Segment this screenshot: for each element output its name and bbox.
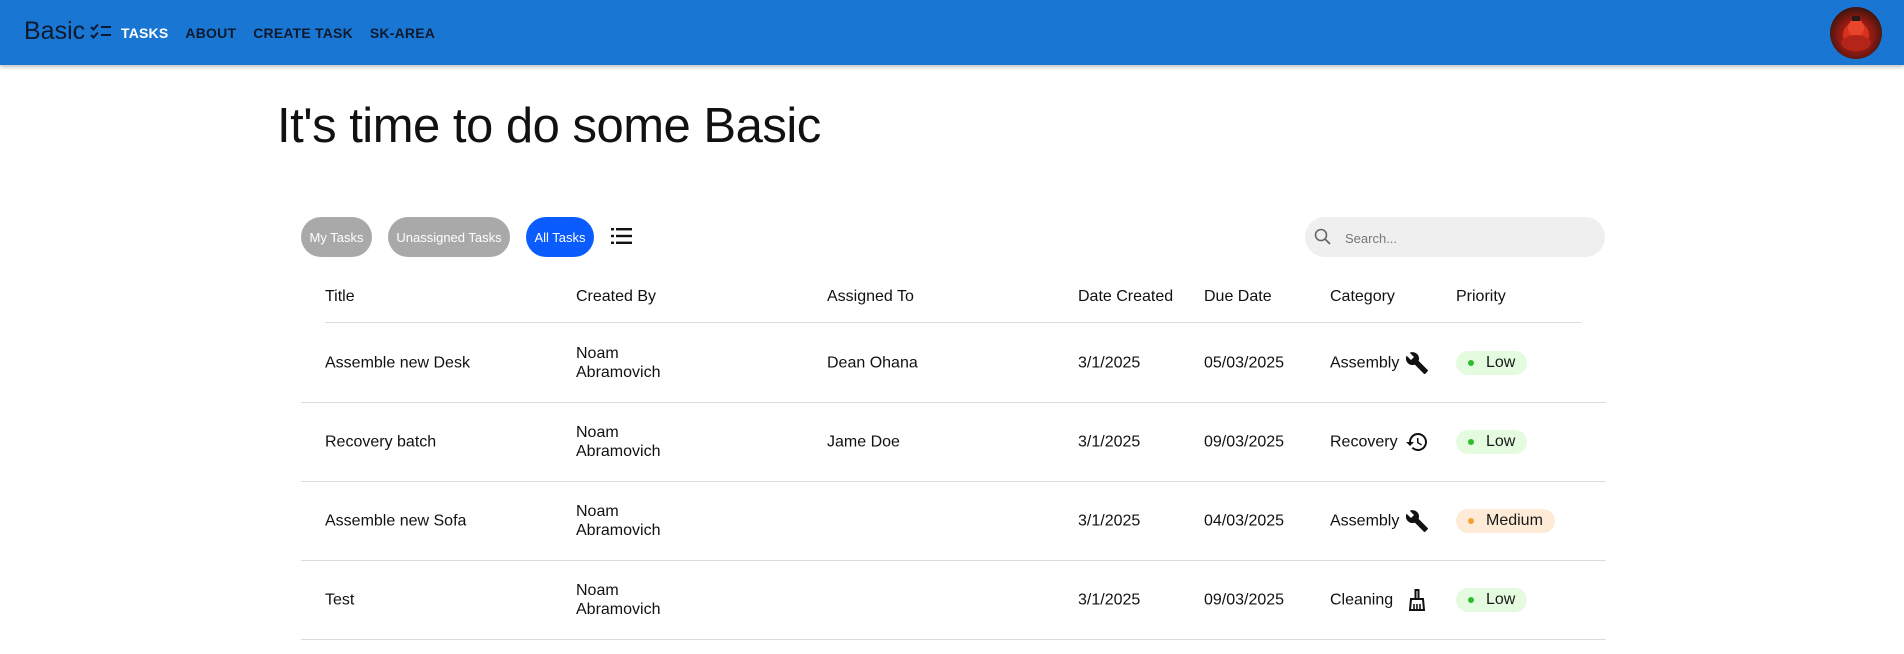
unassigned-tasks-button[interactable]: Unassigned Tasks xyxy=(388,217,510,257)
task-created-by: Noam Abramovich xyxy=(576,503,661,539)
search-box xyxy=(1305,217,1605,259)
priority-dot xyxy=(1468,439,1474,445)
search-input[interactable] xyxy=(1343,217,1597,259)
task-category: Assembly xyxy=(1330,354,1400,372)
list-icon[interactable] xyxy=(611,227,632,245)
header-divider xyxy=(325,322,1581,323)
task-created-by: Noam Abramovich xyxy=(576,582,661,618)
table-row[interactable]: Assemble new Desk Noam Abramovich Dean Oh… xyxy=(301,324,1606,403)
page-title: It's time to do some Basic xyxy=(277,99,821,153)
task-category: Assembly xyxy=(1330,512,1400,530)
task-created-by: Noam Abramovich xyxy=(576,424,661,460)
table-row[interactable]: Assemble new Sofa Noam Abramovich 3/1/202… xyxy=(301,482,1606,561)
column-header-date-created[interactable]: Date Created xyxy=(1078,288,1173,306)
table-row[interactable]: Recovery batch Noam Abramovich Jame Doe 3… xyxy=(301,403,1606,482)
wrench-icon xyxy=(1405,352,1428,374)
nav-tasks[interactable]: TASKS xyxy=(121,25,168,41)
column-header-created-by[interactable]: Created By xyxy=(576,288,656,306)
wrench-icon xyxy=(1405,510,1428,532)
broom-icon xyxy=(1408,589,1426,611)
task-created-by: Noam Abramovich xyxy=(576,345,661,381)
column-header-category[interactable]: Category xyxy=(1330,288,1395,306)
nav-create-task[interactable]: CREATE TASK xyxy=(253,25,353,41)
task-due-date: 09/03/2025 xyxy=(1204,433,1285,451)
task-category: Recovery xyxy=(1330,433,1398,451)
brand-logo[interactable]: Basic xyxy=(24,17,112,46)
task-title: Test xyxy=(325,591,355,609)
column-header-due-date[interactable]: Due Date xyxy=(1204,288,1272,306)
task-due-date: 04/03/2025 xyxy=(1204,512,1285,530)
task-title: Assemble new Sofa xyxy=(325,512,467,530)
all-tasks-button[interactable]: All Tasks xyxy=(526,217,594,257)
checklist-icon xyxy=(90,23,112,39)
main-nav: TASKS ABOUT CREATE TASK SK-AREA xyxy=(121,0,452,65)
search-icon xyxy=(1314,228,1331,245)
task-category: Cleaning xyxy=(1330,591,1394,609)
priority-badge: Low xyxy=(1456,351,1528,375)
brand-name: Basic xyxy=(24,17,86,45)
task-date-created: 3/1/2025 xyxy=(1078,591,1141,609)
column-header-title[interactable]: Title xyxy=(325,288,355,306)
task-date-created: 3/1/2025 xyxy=(1078,433,1141,451)
column-header-assigned-to[interactable]: Assigned To xyxy=(827,288,914,306)
priority-badge: Low xyxy=(1456,430,1528,454)
table-row[interactable]: Test Noam Abramovich 3/1/2025 09/03/2025 … xyxy=(301,561,1606,640)
priority-dot xyxy=(1468,360,1474,366)
priority-badge: Low xyxy=(1456,588,1528,612)
my-tasks-button[interactable]: My Tasks xyxy=(301,217,372,257)
task-assigned-to: Jame Doe xyxy=(827,433,900,451)
column-header-priority[interactable]: Priority xyxy=(1456,288,1506,306)
task-date-created: 3/1/2025 xyxy=(1078,354,1141,372)
task-due-date: 05/03/2025 xyxy=(1204,354,1285,372)
nav-sk-area[interactable]: SK-AREA xyxy=(370,25,435,41)
task-date-created: 3/1/2025 xyxy=(1078,512,1141,530)
priority-dot xyxy=(1468,597,1474,603)
task-title: Recovery batch xyxy=(325,433,437,451)
avatar-image xyxy=(1841,16,1871,51)
nav-about[interactable]: ABOUT xyxy=(185,25,236,41)
task-title: Assemble new Desk xyxy=(325,354,470,372)
restore-icon xyxy=(1406,433,1427,451)
avatar[interactable] xyxy=(1830,7,1882,59)
priority-badge: Medium xyxy=(1456,509,1555,533)
app-bar: Basic TASKS ABOUT CREATE TASK SK-AREA xyxy=(0,0,1904,65)
task-assigned-to: Dean Ohana xyxy=(827,354,918,372)
priority-dot xyxy=(1468,518,1474,524)
task-due-date: 09/03/2025 xyxy=(1204,591,1285,609)
